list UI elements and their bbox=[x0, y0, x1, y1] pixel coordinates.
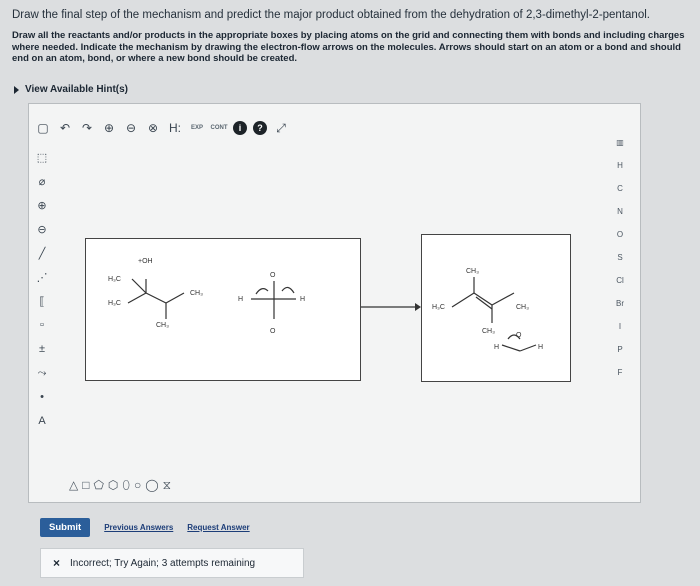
ch3-label-right: CH₃ bbox=[190, 290, 203, 297]
feedback-message: × Incorrect; Try Again; 3 attempts remai… bbox=[40, 548, 304, 578]
hexagon-shape-icon[interactable]: ⬡ bbox=[108, 478, 118, 493]
oh-label: +OH bbox=[138, 258, 153, 265]
previous-answers-link[interactable]: Previous Answers bbox=[104, 523, 173, 532]
element-br[interactable]: Br bbox=[605, 293, 635, 313]
negative-charge-icon[interactable]: ⊖ bbox=[33, 220, 51, 238]
view-hints-label: View Available Hint(s) bbox=[25, 84, 128, 95]
octagon-shape-icon[interactable]: ○ bbox=[134, 478, 141, 493]
periodic-table-icon[interactable]: ▥ bbox=[605, 132, 635, 152]
reactant-molecules: +OH H₃C CH₃ H₃C CH₃ H O H O bbox=[108, 258, 305, 335]
close-icon: × bbox=[53, 556, 61, 570]
arrow-tool-icon[interactable]: ⤳ bbox=[33, 364, 51, 382]
product-water-h-right: H bbox=[538, 344, 543, 351]
atom-label-icon[interactable]: A bbox=[33, 412, 51, 430]
ch3-label-bottom: CH₃ bbox=[156, 322, 169, 329]
undo-icon[interactable]: ↶ bbox=[57, 120, 73, 136]
product-box[interactable]: CH₃ H₃C CH₃ CH₃ H O H bbox=[421, 234, 571, 382]
element-s[interactable]: S bbox=[605, 247, 635, 267]
shape-toolbar: △ □ ⬠ ⬡ ⬯ ○ ◯ ⧖ bbox=[69, 478, 171, 493]
element-c[interactable]: C bbox=[605, 178, 635, 198]
element-n[interactable]: N bbox=[605, 201, 635, 221]
element-cl[interactable]: Cl bbox=[605, 270, 635, 290]
product-ch3-bottom: CH₃ bbox=[482, 328, 495, 335]
question-title: Draw the final step of the mechanism and… bbox=[12, 9, 650, 21]
element-p[interactable]: P bbox=[605, 339, 635, 359]
molecule-editor: ▢ ↶ ↷ ⊕ ⊖ ⊗ H: EXP CONT i ? ⤢ ⬚ ⌀ ⊕ ⊖ ╱ … bbox=[28, 103, 641, 503]
h3c-label-left: H₃C bbox=[108, 300, 121, 307]
submit-button[interactable]: Submit bbox=[40, 518, 91, 537]
left-toolbar: ⬚ ⌀ ⊕ ⊖ ╱ ⋰ ⟦ ▫ ± ⤳ • A bbox=[31, 148, 53, 436]
product-ch3-right: CH₃ bbox=[516, 304, 529, 311]
drawing-canvas[interactable]: +OH H₃C CH₃ H₃C CH₃ H O H O CH₃ H₃C CH₃ … bbox=[75, 132, 605, 492]
cyclohexane-shape-icon[interactable]: ◯ bbox=[145, 478, 158, 493]
element-i[interactable]: I bbox=[605, 316, 635, 336]
new-document-icon[interactable]: ▢ bbox=[35, 120, 51, 136]
single-bond-icon[interactable]: ╱ bbox=[33, 244, 51, 262]
lone-pair-icon[interactable]: • bbox=[33, 388, 51, 406]
product-water-h-left: H bbox=[494, 344, 499, 351]
chain-icon[interactable]: ⋰ bbox=[33, 268, 51, 286]
chair-shape-icon[interactable]: ⧖ bbox=[163, 478, 171, 493]
product-water-o: O bbox=[516, 332, 522, 339]
positive-charge-icon[interactable]: ⊕ bbox=[33, 196, 51, 214]
select-tool-icon[interactable]: ⬚ bbox=[33, 148, 51, 166]
pentagon-shape-icon[interactable]: ⬠ bbox=[93, 478, 103, 493]
feedback-text: Incorrect; Try Again; 3 attempts remaini… bbox=[70, 557, 256, 569]
element-f[interactable]: F bbox=[605, 362, 635, 382]
reaction-arrow bbox=[361, 303, 421, 311]
eraser-icon[interactable]: ⌀ bbox=[33, 172, 51, 190]
template-icon[interactable]: ⟦ bbox=[33, 292, 51, 310]
triangle-shape-icon[interactable]: △ bbox=[69, 478, 78, 493]
element-palette: ▥ H C N O S Cl Br I P F bbox=[600, 132, 640, 385]
water-h-left: H bbox=[238, 296, 243, 303]
view-hints-toggle[interactable]: View Available Hint(s) bbox=[14, 84, 128, 95]
water-o-bottom: O bbox=[270, 328, 276, 335]
request-answer-link[interactable]: Request Answer bbox=[187, 523, 249, 532]
product-ch3-top: CH₃ bbox=[466, 268, 479, 275]
element-o[interactable]: O bbox=[605, 224, 635, 244]
product-h3c: H₃C bbox=[432, 304, 445, 311]
question: Draw the final step of the mechanism and… bbox=[12, 8, 692, 65]
heptagon-shape-icon[interactable]: ⬯ bbox=[122, 478, 130, 493]
question-instructions: Draw all the reactants and/or products i… bbox=[12, 30, 685, 64]
square-shape-icon[interactable]: □ bbox=[82, 478, 89, 493]
element-h[interactable]: H bbox=[605, 155, 635, 175]
water-h-right: H bbox=[300, 296, 305, 303]
triangle-right-icon bbox=[14, 85, 19, 94]
box-tool-icon[interactable]: ▫ bbox=[33, 316, 51, 334]
reactant-box[interactable]: +OH H₃C CH₃ H₃C CH₃ H O H O bbox=[85, 238, 361, 381]
product-molecules: CH₃ H₃C CH₃ CH₃ H O H bbox=[432, 268, 543, 352]
bond-stereo-icon[interactable]: ± bbox=[33, 340, 51, 358]
h3c-label-top: H₃C bbox=[108, 276, 121, 283]
answer-actions: Submit Previous Answers Request Answer bbox=[40, 518, 250, 537]
water-o-top: O bbox=[270, 272, 276, 279]
